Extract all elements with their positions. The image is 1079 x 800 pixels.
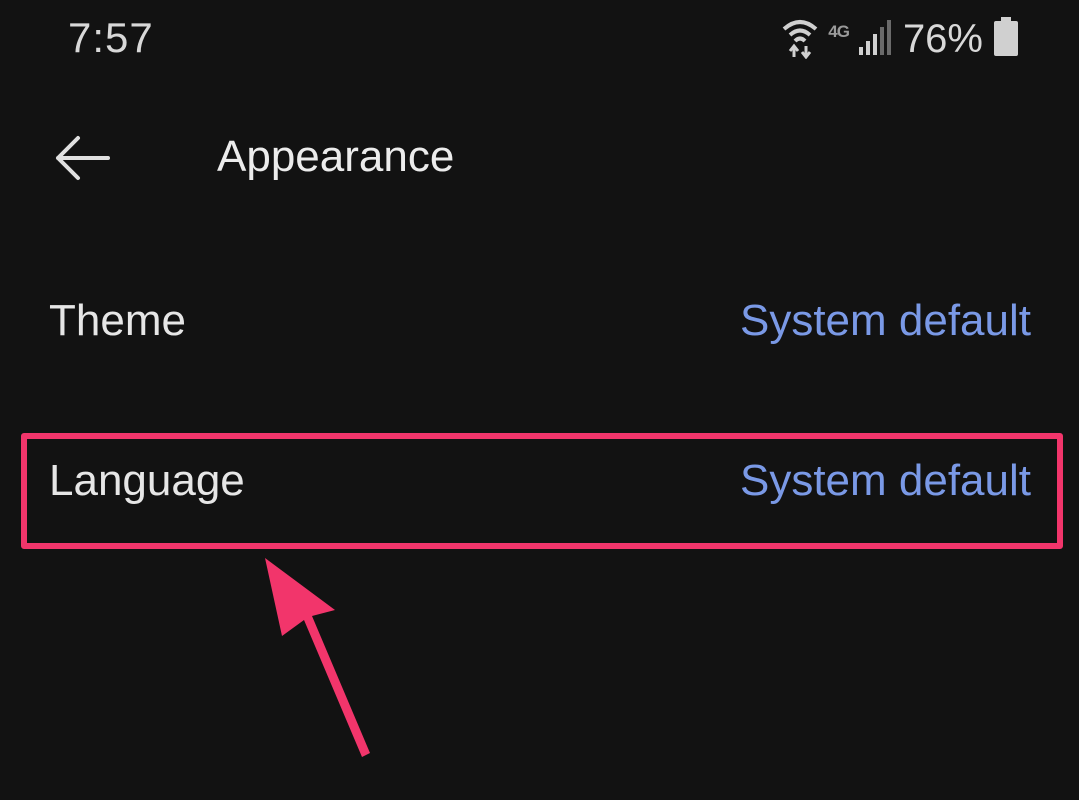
signal-icon [858, 19, 893, 60]
setting-label: Language [49, 456, 245, 505]
setting-theme[interactable]: Theme System default [0, 268, 1079, 378]
toolbar: Appearance [0, 110, 1079, 210]
setting-language[interactable]: Language System default [0, 428, 1079, 538]
arrow-left-icon [54, 134, 110, 187]
pointer-arrow-icon [240, 548, 400, 768]
setting-value: System default [739, 456, 1031, 505]
settings-screen: 7:57 4G 76% Appearance Theme System defa… [0, 0, 1079, 800]
battery-icon [993, 16, 1019, 62]
status-bar: 7:57 4G 76% [0, 0, 1079, 80]
battery-percent: 76% [902, 16, 983, 61]
setting-label: Theme [49, 296, 186, 345]
network-4g-icon: 4G [828, 22, 850, 41]
setting-value: System default [739, 296, 1031, 345]
status-time: 7:57 [68, 14, 154, 61]
wifi-icon [782, 15, 818, 64]
page-title: Appearance [217, 132, 455, 181]
status-icons: 4G 76% [782, 14, 1019, 64]
back-button[interactable] [44, 122, 120, 198]
